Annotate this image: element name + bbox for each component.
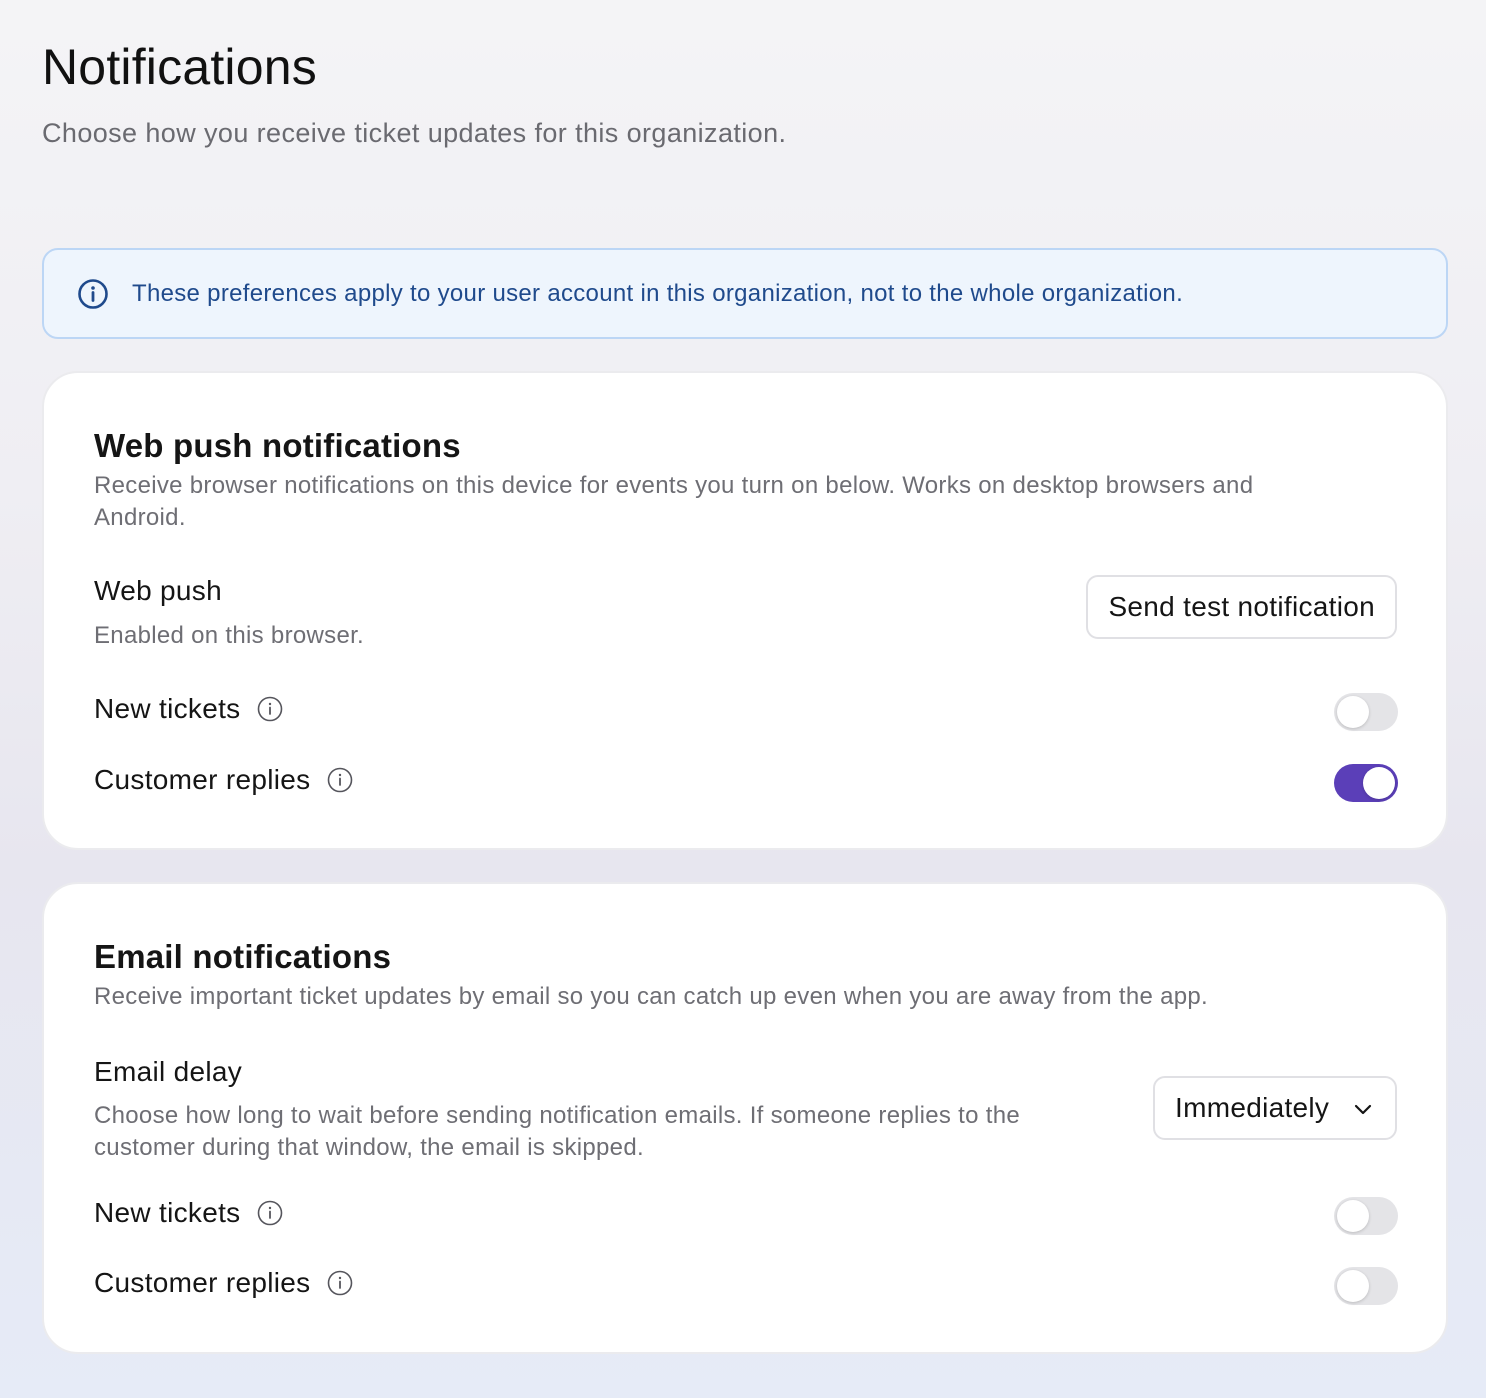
email-new-tickets-toggle[interactable]: [1334, 1197, 1398, 1235]
toggle-knob: [1337, 1200, 1369, 1232]
toggle-knob: [1337, 696, 1369, 728]
chevron-down-icon: [1354, 1104, 1372, 1115]
email-row-new-tickets: New tickets: [94, 1197, 284, 1229]
web-push-status-label: Web push: [94, 575, 222, 607]
info-icon[interactable]: [256, 1199, 284, 1227]
web-push-row-customer-replies: Customer replies: [94, 764, 354, 796]
banner-text: These preferences apply to your user acc…: [132, 279, 1184, 307]
info-banner: These preferences apply to your user acc…: [42, 248, 1448, 339]
toggle-knob: [1363, 767, 1395, 799]
send-test-notification-button[interactable]: Send test notification: [1086, 575, 1397, 639]
email-delay-description: Choose how long to wait before sending n…: [94, 1102, 1021, 1161]
info-icon[interactable]: [326, 766, 354, 794]
email-delay-select[interactable]: Immediately: [1153, 1076, 1397, 1140]
web-push-title: Web push notifications: [94, 427, 461, 464]
event-label: Customer replies: [94, 1267, 311, 1298]
web-push-card: Web push notifications Receive browser n…: [42, 371, 1448, 850]
page-subtitle: Choose how you receive ticket updates fo…: [42, 118, 787, 148]
info-circle-icon: [76, 277, 110, 311]
email-card: Email notifications Receive important ti…: [42, 882, 1448, 1354]
info-icon[interactable]: [326, 1269, 354, 1297]
email-description: Receive important ticket updates by emai…: [94, 983, 1208, 1010]
web-push-label: Web push: [94, 575, 222, 606]
email-delay-value: Immediately: [1175, 1092, 1330, 1123]
email-delay-title: Email delay: [94, 1056, 243, 1087]
web-push-customer-replies-toggle[interactable]: [1334, 764, 1398, 802]
email-title: Email notifications: [94, 938, 392, 975]
toggle-knob: [1337, 1270, 1369, 1302]
event-label: New tickets: [94, 1197, 241, 1228]
email-row-customer-replies: Customer replies: [94, 1267, 354, 1299]
web-push-new-tickets-toggle[interactable]: [1334, 693, 1398, 731]
info-icon[interactable]: [256, 695, 284, 723]
email-customer-replies-toggle[interactable]: [1334, 1267, 1398, 1305]
web-push-description: Receive browser notifications on this de…: [94, 472, 1254, 531]
page-title: Notifications: [42, 39, 317, 95]
web-push-status-text: Enabled on this browser.: [94, 622, 365, 649]
web-push-row-new-tickets: New tickets: [94, 693, 284, 725]
email-delay-label: Email delay: [94, 1056, 242, 1088]
event-label: New tickets: [94, 693, 241, 724]
event-label: Customer replies: [94, 764, 311, 795]
